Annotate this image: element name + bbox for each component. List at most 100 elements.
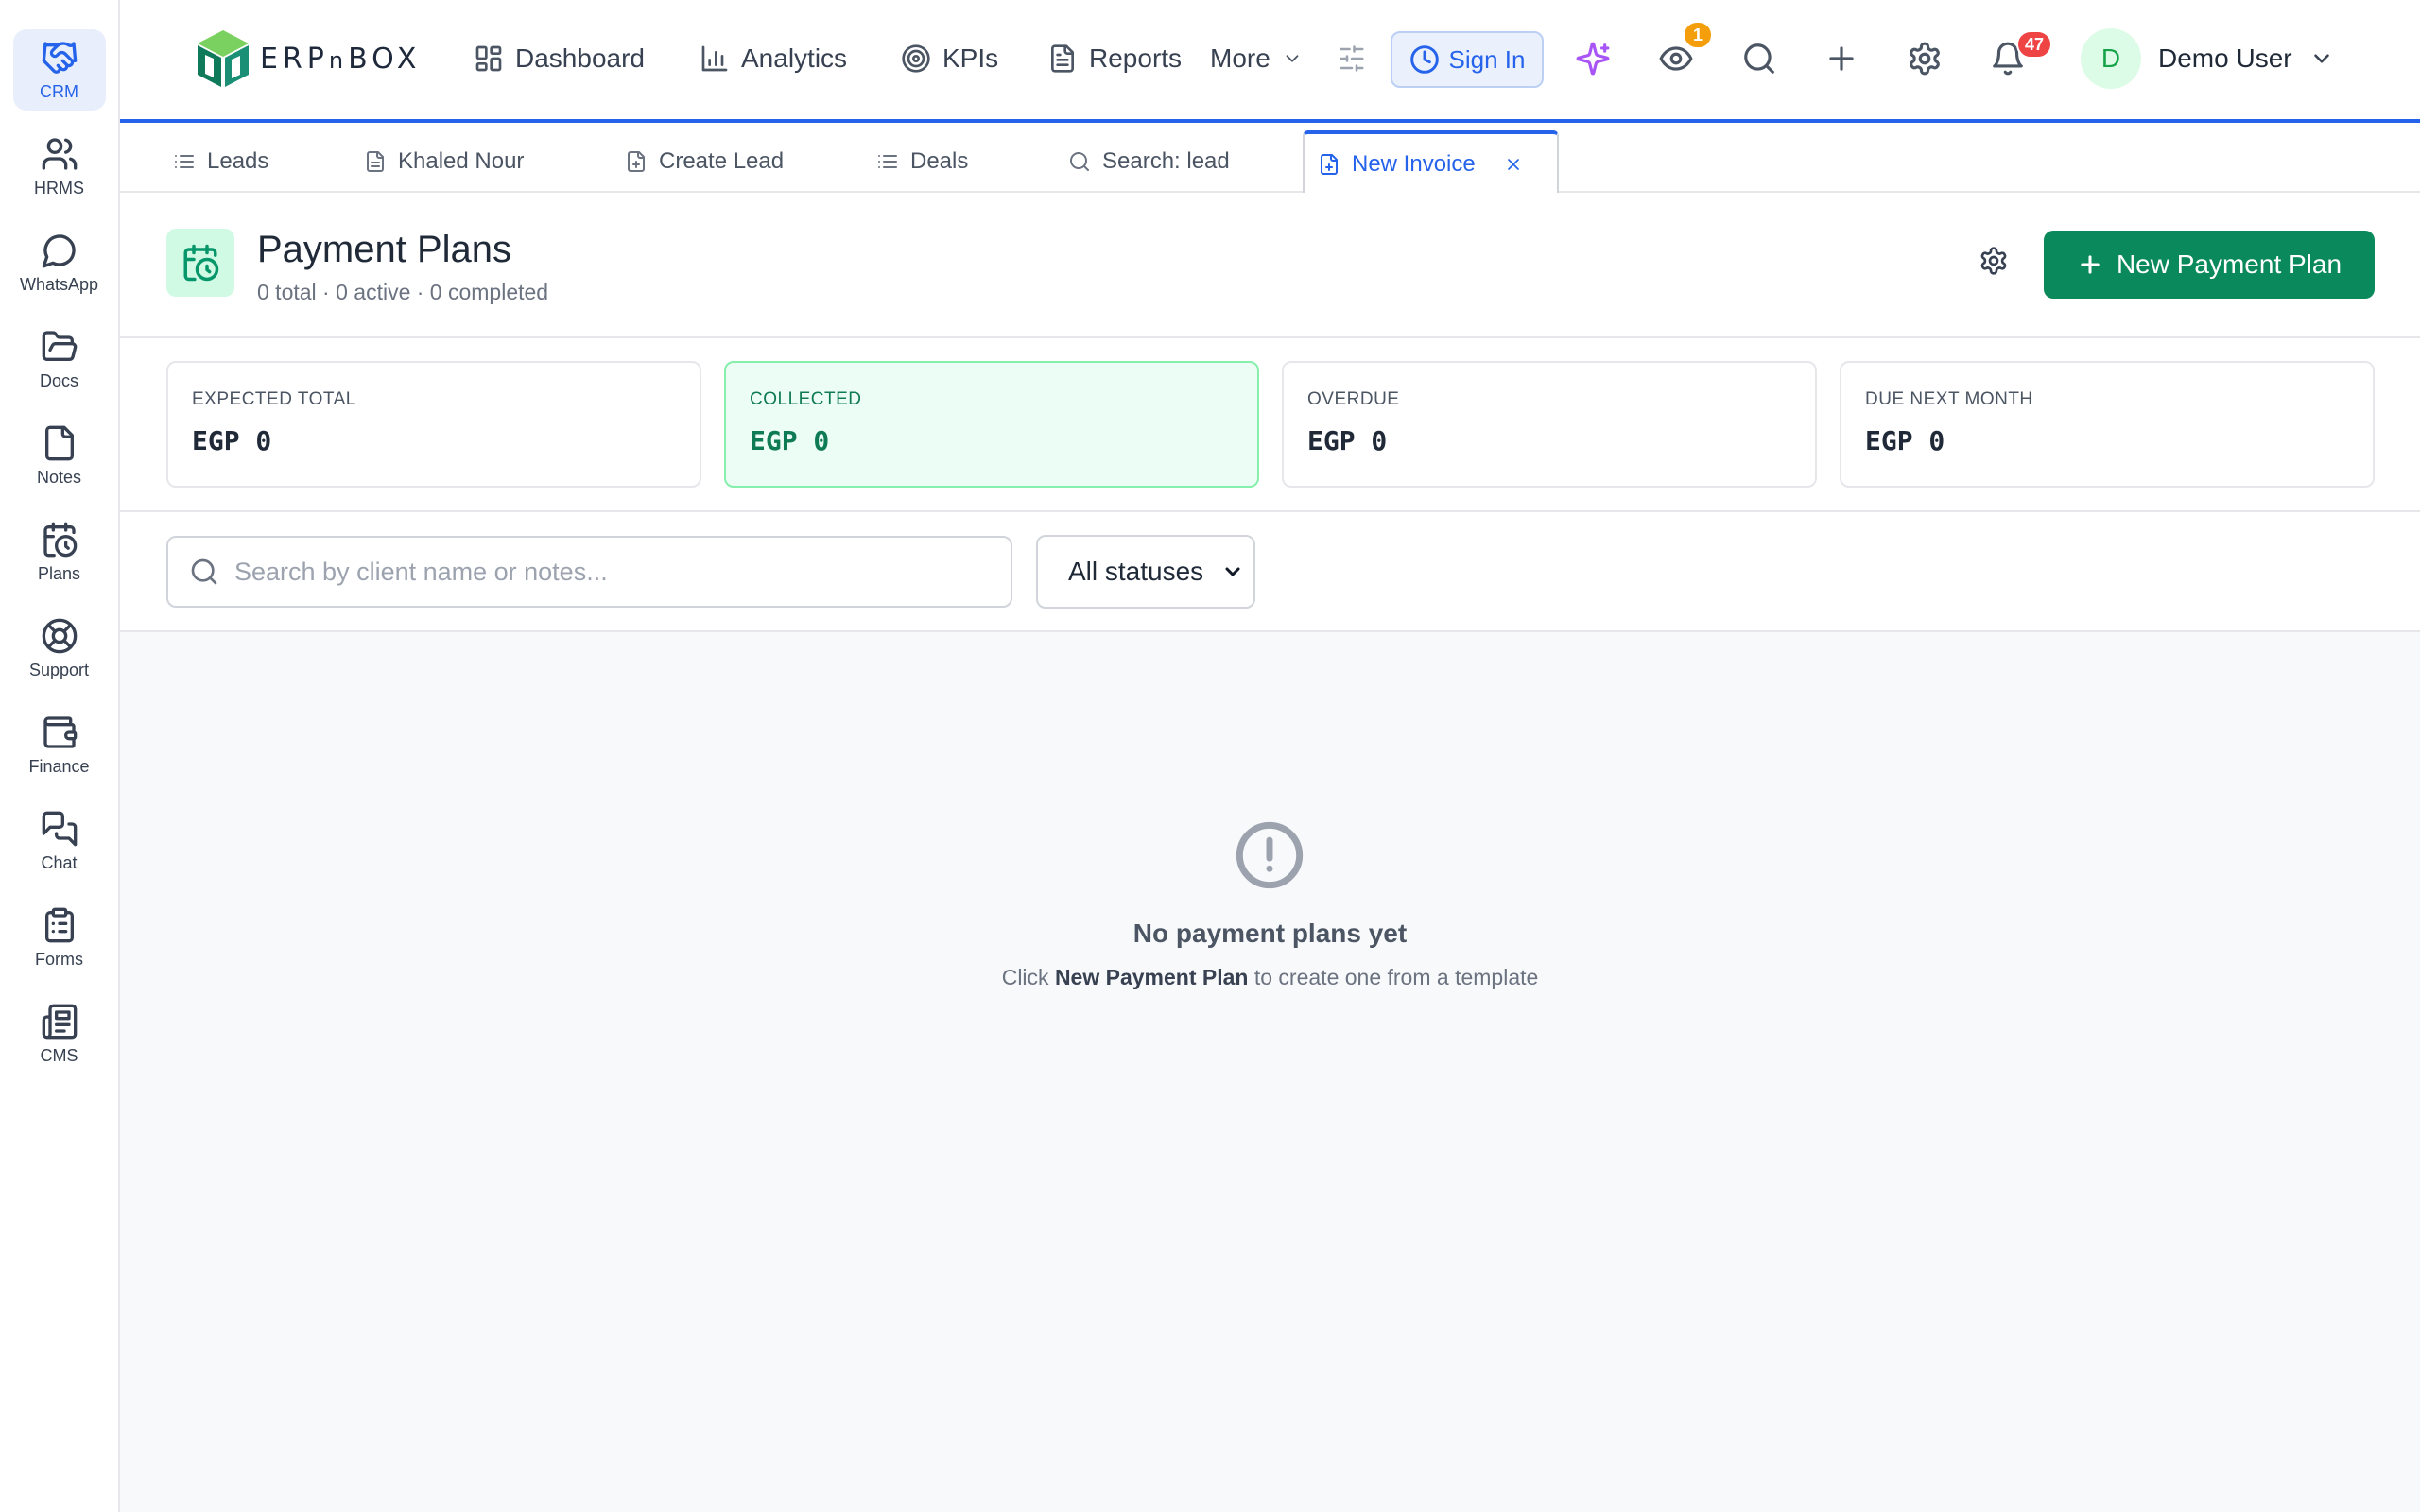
tab-deals[interactable]: Deals	[863, 130, 981, 193]
list-icon	[878, 155, 897, 168]
sign-in-button[interactable]: Sign In	[1391, 31, 1544, 88]
nav-label: More	[1210, 43, 1270, 73]
chevron-down-icon	[1286, 55, 1299, 62]
tab-create-lead[interactable]: Create Lead	[612, 130, 797, 193]
new-payment-plan-button[interactable]: New Payment Plan	[2044, 231, 2375, 299]
nav-label: Dashboard	[515, 43, 645, 73]
plus-icon	[1829, 46, 1854, 71]
stat-card-expected-total: EXPECTED TOTAL EGP 0	[166, 361, 701, 488]
calendar-clock-icon	[43, 522, 77, 557]
sliders-icon	[1340, 45, 1364, 72]
nav-kpis[interactable]: KPIs	[901, 38, 998, 79]
status-filter-value: All statuses	[1068, 557, 1204, 586]
search-icon	[1070, 152, 1089, 171]
user-menu[interactable]: D Demo User	[2081, 28, 2334, 89]
empty-state-hint: Click New Payment Plan to create one fro…	[120, 965, 2420, 990]
status-filter-select[interactable]: All statuses	[1036, 535, 1255, 609]
messages-icon	[42, 811, 77, 846]
sidebar-item-label: Finance	[28, 756, 90, 776]
close-icon	[1507, 159, 1519, 170]
sparkles-icon	[1576, 42, 1610, 76]
erpnbox-logo[interactable]: ERPnBOX	[194, 28, 421, 89]
file-text-icon	[1051, 44, 1074, 73]
stat-label: OVERDUE	[1307, 389, 1400, 409]
message-circle-icon	[42, 233, 76, 267]
logo-wordmark: ERPnBOX	[260, 43, 421, 76]
nav-label: Analytics	[741, 43, 848, 73]
sidebar-item-label: CRM	[40, 81, 78, 101]
notifications-badge: 47	[2016, 30, 2053, 59]
sidebar-item-crm[interactable]: CRM	[12, 29, 106, 111]
tab-leads[interactable]: Leads	[160, 130, 282, 193]
stat-card-collected: COLLECTED EGP 0	[724, 361, 1259, 488]
search-icon	[191, 558, 217, 585]
page-subtitle: 0 total · 0 active · 0 completed	[257, 280, 549, 304]
settings-button[interactable]	[1902, 36, 1947, 81]
tab-label: New Invoice	[1352, 151, 1476, 177]
stat-label: EXPECTED TOTAL	[192, 389, 356, 409]
sidebar-item-docs[interactable]: Docs	[13, 318, 106, 400]
tab-new-invoice[interactable]: New Invoice	[1303, 130, 1559, 195]
users-icon	[42, 137, 77, 170]
list-icon	[175, 155, 194, 168]
quick-add-button[interactable]	[1819, 36, 1864, 81]
watch-badge: 1	[1683, 21, 1713, 49]
handshake-icon	[42, 41, 77, 74]
gear-icon	[1910, 42, 1940, 76]
sidebar-item-support[interactable]: Support	[13, 608, 106, 689]
clock-icon	[1409, 45, 1439, 74]
customize-nav-button[interactable]	[1329, 36, 1374, 81]
summary-stats: EXPECTED TOTAL EGP 0 COLLECTED EGP 0 OVE…	[120, 338, 2420, 512]
stat-card-due-next-month: DUE NEXT MONTH EGP 0	[1840, 361, 2375, 488]
sidebar-item-label: Docs	[39, 370, 78, 390]
sidebar-item-label: Support	[28, 660, 90, 679]
nav-analytics[interactable]: Analytics	[700, 38, 847, 79]
file-icon	[44, 425, 74, 460]
tab-close-button[interactable]	[1504, 155, 1523, 174]
sidebar-item-notes[interactable]: Notes	[13, 415, 106, 496]
sidebar-item-chat[interactable]: Chat	[13, 800, 106, 882]
calendar-clock-icon	[183, 244, 219, 282]
logo-text-erp: ERP	[260, 42, 329, 76]
left-sidebar: CRM HRMS WhatsApp Docs Notes Plans Suppo…	[0, 0, 120, 1512]
top-bar: ERPnBOX Dashboard Analytics KPIs Reports…	[120, 0, 2420, 123]
ai-assistant-button[interactable]	[1570, 36, 1616, 81]
new-payment-plan-label: New Payment Plan	[2116, 249, 2342, 279]
logo-text-box: BOX	[348, 42, 422, 76]
sidebar-item-label: HRMS	[34, 178, 84, 198]
global-search-button[interactable]	[1737, 36, 1782, 81]
sidebar-item-label: CMS	[40, 1045, 78, 1065]
sidebar-item-hrms[interactable]: HRMS	[13, 126, 106, 207]
logo-cube-icon	[198, 30, 249, 87]
sidebar-item-finance[interactable]: Finance	[13, 704, 106, 785]
tab-label: Create Lead	[659, 148, 785, 174]
sidebar-item-forms[interactable]: Forms	[13, 897, 106, 978]
tab-label: Leads	[207, 148, 269, 174]
clipboard-list-icon	[44, 907, 74, 942]
filters-bar: All statuses	[120, 512, 2420, 632]
nav-dashboard[interactable]: Dashboard	[474, 38, 645, 79]
chevron-down-icon	[2313, 54, 2329, 63]
nav-label: KPIs	[942, 43, 999, 73]
page-settings-button[interactable]	[1975, 242, 2013, 280]
sign-in-label: Sign In	[1448, 44, 1526, 74]
folder-open-icon	[42, 330, 77, 361]
stat-card-overdue: OVERDUE EGP 0	[1282, 361, 1817, 488]
nav-more-dropdown[interactable]: More	[1210, 38, 1303, 79]
nav-reports[interactable]: Reports	[1047, 38, 1182, 79]
sidebar-item-whatsapp[interactable]: WhatsApp	[13, 222, 106, 303]
sidebar-item-cms[interactable]: CMS	[13, 993, 106, 1074]
avatar: D	[2081, 28, 2141, 89]
tab-search-lead[interactable]: Search: lead	[1055, 130, 1243, 193]
layout-grid-icon	[475, 45, 502, 72]
search-field[interactable]	[166, 536, 1012, 608]
stat-value: EGP 0	[750, 425, 830, 456]
stat-value: EGP 0	[192, 425, 272, 456]
sidebar-item-plans[interactable]: Plans	[13, 511, 106, 593]
file-text-icon	[367, 151, 384, 172]
stat-value: EGP 0	[1307, 425, 1388, 456]
tab-khaled-nour[interactable]: Khaled Nour	[351, 130, 537, 193]
file-plus-icon	[628, 151, 645, 172]
stat-label: COLLECTED	[750, 389, 862, 409]
search-input[interactable]	[234, 557, 991, 587]
